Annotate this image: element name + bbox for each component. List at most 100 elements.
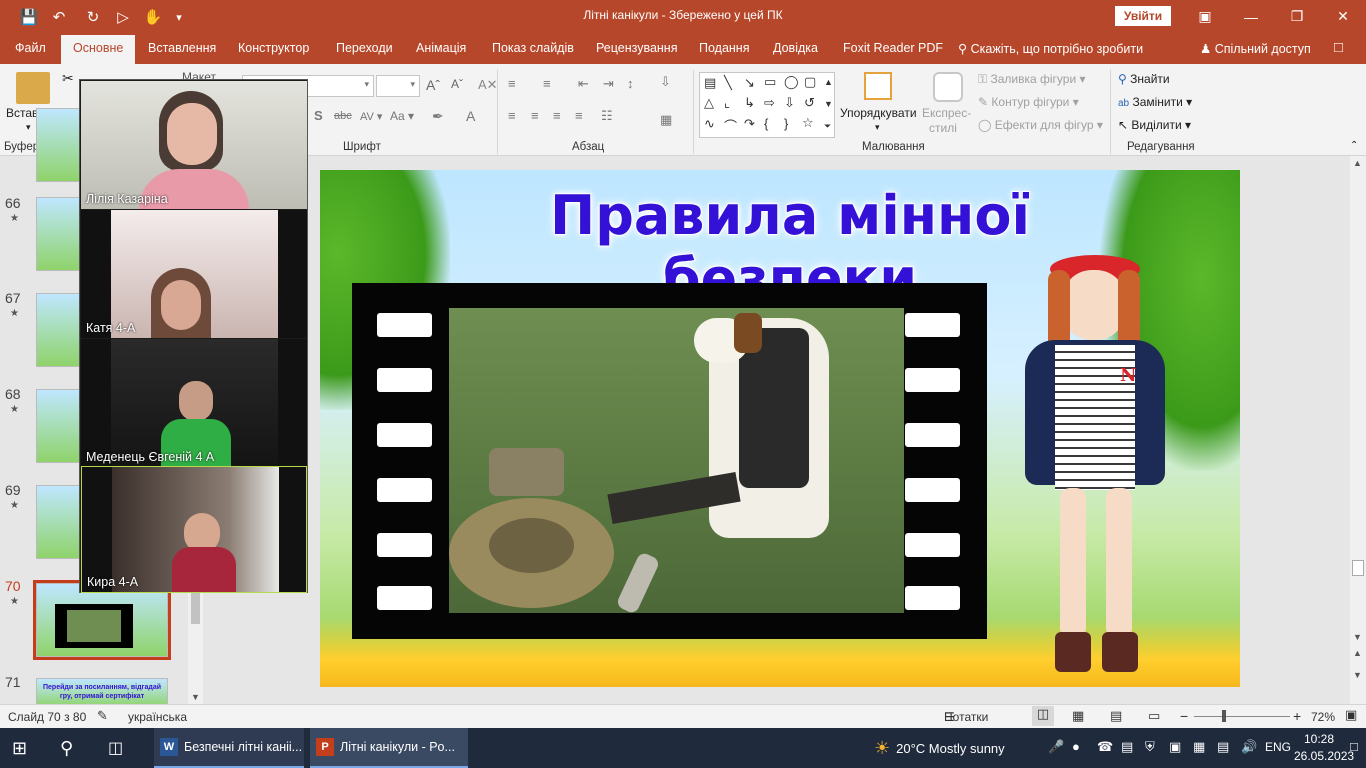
zoom-level[interactable]: 72% xyxy=(1311,710,1335,724)
tab-animations[interactable]: Анімація xyxy=(416,41,466,55)
tab-slideshow[interactable]: Показ слайдів xyxy=(492,41,574,55)
tray-app-icon[interactable]: ▣ xyxy=(1169,739,1181,755)
align-left-icon[interactable]: ≡ xyxy=(508,108,516,123)
clock[interactable]: 10:28 26.05.2023 xyxy=(1294,731,1354,765)
tray-app-icon[interactable]: ▤ xyxy=(1121,739,1133,755)
spellcheck-icon[interactable]: ✎ xyxy=(97,708,108,724)
taskbar-app-word[interactable]: W Безпечні літні каніі... xyxy=(154,728,304,768)
tell-me-search[interactable]: ⚲ Скажіть, що потрібно зробити xyxy=(958,41,1143,56)
align-center-icon[interactable]: ≡ xyxy=(531,108,539,123)
freeform-shape-icon[interactable]: ↺ xyxy=(804,95,815,111)
line-shape-icon[interactable]: ╲ xyxy=(724,75,732,91)
slide-sorter-icon[interactable]: ▦ xyxy=(1072,708,1084,724)
increase-indent-icon[interactable]: ⇥ xyxy=(603,76,614,92)
zoom-in-icon[interactable]: + xyxy=(1293,708,1301,724)
tab-transitions[interactable]: Переходи xyxy=(336,41,393,55)
participant-tile[interactable]: Лілія Казаріна xyxy=(81,81,307,209)
participant-tile[interactable]: Меденець Євгеній 4 А xyxy=(81,339,307,467)
curved-arrow-icon[interactable]: ↷ xyxy=(744,116,755,132)
collapse-ribbon-icon[interactable]: ⌃ xyxy=(1350,140,1358,151)
current-slide[interactable]: Правила мінної безпеки N xyxy=(320,170,1240,687)
increase-font-icon[interactable]: Aˆ xyxy=(426,77,440,93)
customize-qa-icon[interactable]: ▾ xyxy=(168,6,190,28)
clear-formatting-icon[interactable]: A✕ xyxy=(478,77,498,93)
zoom-slider-thumb[interactable] xyxy=(1222,710,1226,722)
arrow-line-shape-icon[interactable]: ↘ xyxy=(744,75,755,91)
tab-view[interactable]: Подання xyxy=(699,41,749,55)
participant-tile[interactable]: Катя 4-А xyxy=(81,210,307,338)
strikethrough-icon[interactable]: abc xyxy=(334,110,352,122)
slide-video[interactable] xyxy=(449,308,904,613)
scroll-down-icon[interactable]: ▼ xyxy=(1353,632,1362,642)
arrange-icon[interactable] xyxy=(864,72,892,100)
minimize-icon[interactable]: — xyxy=(1228,0,1274,33)
arrange-button[interactable]: Упорядкувати xyxy=(840,106,917,120)
tab-foxit[interactable]: Foxit Reader PDF xyxy=(843,41,943,55)
redo-icon[interactable]: ↻ xyxy=(82,6,104,28)
zoom-out-icon[interactable]: − xyxy=(1180,708,1188,724)
arrange-dropdown-icon[interactable]: ▾ xyxy=(875,122,880,133)
security-icon[interactable]: ⛨ xyxy=(1145,739,1155,755)
microphone-icon[interactable]: 🎤 xyxy=(1048,739,1064,755)
input-language[interactable]: ENG xyxy=(1265,740,1291,754)
scroll-up-icon[interactable]: ▲ xyxy=(1353,158,1362,168)
change-case-icon[interactable]: Aa ▾ xyxy=(390,109,414,123)
normal-view-icon[interactable]: ◫ xyxy=(1032,706,1054,726)
slideshow-view-icon[interactable]: ▭ xyxy=(1148,708,1160,724)
slide-thumbnail-selected[interactable] xyxy=(33,580,171,660)
font-size-field[interactable]: ▾ xyxy=(376,75,420,97)
save-icon[interactable]: 💾 xyxy=(18,6,40,28)
next-slide-icon[interactable]: ▼ xyxy=(1353,670,1362,680)
line-spacing-icon[interactable]: ↕ xyxy=(627,76,634,91)
text-shadow-icon[interactable]: S xyxy=(314,108,323,123)
tab-insert[interactable]: Вставлення xyxy=(148,41,216,55)
cut-icon[interactable]: ✂ xyxy=(62,70,74,87)
undo-icon[interactable]: ↶ xyxy=(48,6,70,28)
star-shape-icon[interactable]: ☆ xyxy=(802,115,814,131)
numbering-icon[interactable]: ≡ xyxy=(543,76,551,91)
oval-shape-icon[interactable]: ◯ xyxy=(784,74,799,90)
gallery-more-icon[interactable]: ⏷ xyxy=(824,121,831,132)
quick-styles-icon[interactable] xyxy=(933,72,963,102)
tab-help[interactable]: Довідка xyxy=(773,41,818,55)
search-icon[interactable]: ⚲ xyxy=(60,728,84,768)
down-arrow-shape-icon[interactable]: ⇩ xyxy=(784,95,795,111)
shapes-gallery[interactable]: ▤ ╲ ↘ ▭ ◯ ▢ △ ⌞ ↳ ⇨ ⇩ ↺ ∿ ⌒ ↷ { } ☆ ▲ ▼ … xyxy=(699,72,835,138)
highlight-icon[interactable]: ✒ xyxy=(432,108,444,125)
tab-design[interactable]: Конструктор xyxy=(238,41,309,55)
language-indicator[interactable]: українська xyxy=(128,710,187,724)
taskbar-app-powerpoint[interactable]: P Літні канікули - Po... xyxy=(310,728,468,768)
tab-home[interactable]: Основне xyxy=(61,35,136,64)
touch-mode-icon[interactable]: ✋ xyxy=(142,6,164,28)
tray-app-icon[interactable]: ▦ xyxy=(1193,739,1205,755)
curve-shape-icon[interactable]: ∿ xyxy=(704,116,715,132)
justify-icon[interactable]: ≡ xyxy=(575,108,583,123)
right-brace-icon[interactable]: } xyxy=(784,116,788,131)
find-button[interactable]: ⚲ Знайти xyxy=(1118,72,1170,86)
tab-review[interactable]: Рецензування xyxy=(596,41,677,55)
sign-in-button[interactable]: Увійти xyxy=(1115,6,1171,26)
columns-icon[interactable]: ☷ xyxy=(601,108,613,124)
right-arrow-shape-icon[interactable]: ⇨ xyxy=(764,95,775,111)
shape-outline-button[interactable]: ✎ Контур фігури ▾ xyxy=(978,95,1079,109)
smartart-icon[interactable]: ▦ xyxy=(660,112,672,128)
participant-tile-active-speaker[interactable]: Кира 4-А xyxy=(81,466,307,593)
slide-scrollbar[interactable]: ▲ ▼ ▲ ▼ xyxy=(1350,156,1366,704)
elbow-arrow-icon[interactable]: ↳ xyxy=(744,95,755,111)
fit-to-window-icon[interactable]: ▣ xyxy=(1345,707,1357,723)
font-color-icon[interactable]: A xyxy=(466,108,475,124)
textbox-shape-icon[interactable]: ▤ xyxy=(704,75,716,91)
share-button[interactable]: ♟ Спільний доступ xyxy=(1200,41,1311,56)
network-icon[interactable]: ▤ xyxy=(1217,739,1229,755)
decrease-font-icon[interactable]: Aˇ xyxy=(451,77,463,91)
zoom-app-icon[interactable]: ● xyxy=(1072,739,1080,754)
left-brace-icon[interactable]: { xyxy=(764,116,768,131)
reading-view-icon[interactable]: ▤ xyxy=(1110,708,1122,724)
paste-icon[interactable] xyxy=(16,72,50,104)
notifications-icon[interactable]: □ xyxy=(1350,739,1358,754)
select-button[interactable]: ↖ Виділити ▾ xyxy=(1118,118,1191,132)
quick-styles-button[interactable]: Експрес- xyxy=(922,106,971,120)
ribbon-display-icon[interactable]: ▣ xyxy=(1182,0,1228,33)
zoom-slider[interactable] xyxy=(1194,716,1290,717)
weather-widget[interactable]: ☀ 20°C Mostly sunny xyxy=(874,728,1005,768)
